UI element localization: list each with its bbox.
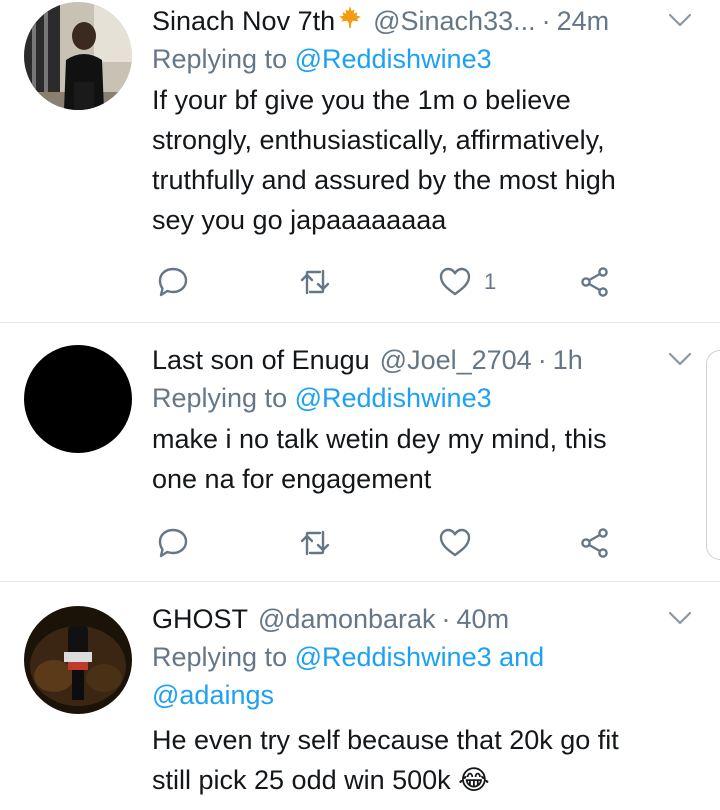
- tweet-text-line: one na for engagement: [152, 464, 432, 494]
- tweet-text-line: truthfully and assured by the most high: [152, 165, 616, 195]
- chevron-down-icon[interactable]: [666, 604, 694, 632]
- heart-icon: [438, 526, 472, 560]
- separator-dot: ·: [541, 6, 551, 36]
- user-handle[interactable]: @Sinach33...: [373, 4, 536, 38]
- display-name[interactable]: Last son of Enugu: [152, 343, 370, 377]
- tweet-content: Last son of Enugu @Joel_2704 · 1h Replyi…: [152, 343, 696, 499]
- tweet-header: Last son of Enugu @Joel_2704 · 1h: [152, 343, 696, 379]
- mention-link[interactable]: @Reddishwine3: [295, 383, 492, 413]
- tweet-text-line: still pick 25 odd win 500k 😂: [152, 765, 490, 795]
- tweet-actions: [152, 523, 632, 563]
- tweet-text-line: He even try self because that 20k go fit: [152, 725, 619, 755]
- avatar[interactable]: [24, 2, 132, 110]
- scrollbar[interactable]: [706, 350, 720, 560]
- tweet-reply-feed: Sinach Nov 7th @Sinach33... · 24m Replyi…: [0, 0, 720, 810]
- chevron-down-icon[interactable]: [666, 345, 694, 373]
- retweet-button[interactable]: [298, 262, 332, 302]
- chevron-down-icon[interactable]: [666, 6, 694, 34]
- replying-to-label: Replying to: [152, 44, 295, 74]
- user-handle[interactable]: @Joel_2704: [380, 343, 532, 377]
- mention-link[interactable]: @Reddishwine3: [295, 44, 492, 74]
- like-button[interactable]: [438, 523, 472, 563]
- share-icon: [578, 526, 612, 560]
- mention-link[interactable]: @adaings: [152, 680, 274, 710]
- tweet-header: GHOST @damonbarak · 40m: [152, 602, 696, 638]
- tweet-text-line: sey you go japaaaaaaaa: [152, 205, 447, 235]
- reply-icon: [156, 265, 190, 299]
- like-count: 1: [484, 269, 497, 294]
- heart-icon: [438, 265, 472, 299]
- tweet-ghost[interactable]: GHOST @damonbarak · 40m Replying to @Red…: [0, 582, 720, 810]
- tweet-sinach[interactable]: Sinach Nov 7th @Sinach33... · 24m Replyi…: [0, 0, 720, 322]
- separator-dot: ·: [441, 604, 451, 634]
- replying-to-continued: @adaings: [152, 676, 696, 714]
- tweet-text: He even try self because that 20k go fit…: [152, 720, 696, 800]
- tweet-text-line: If your bf give you the 1m o believe: [152, 85, 571, 115]
- user-handle[interactable]: @damonbarak: [258, 602, 436, 636]
- retweet-button[interactable]: [298, 523, 332, 563]
- separator-dot: ·: [537, 345, 547, 375]
- replying-to: Replying to @Reddishwine3 and: [152, 638, 696, 676]
- tweet-text-line: make i no talk wetin dey my mind, this: [152, 424, 607, 454]
- timestamp[interactable]: 1h: [553, 343, 583, 377]
- tweet-header: Sinach Nov 7th @Sinach33... · 24m: [152, 4, 696, 40]
- share-icon: [578, 265, 612, 299]
- replying-to-label: Replying to: [152, 642, 295, 672]
- display-name[interactable]: GHOST: [152, 602, 248, 636]
- retweet-icon: [298, 526, 332, 560]
- mention-link[interactable]: @Reddishwine3 and: [295, 642, 545, 672]
- maple-leaf-icon: [337, 4, 363, 30]
- reply-button[interactable]: [156, 262, 190, 302]
- tweet-text: make i no talk wetin dey my mind, this o…: [152, 419, 696, 499]
- avatar[interactable]: [24, 345, 132, 453]
- replying-to: Replying to @Reddishwine3: [152, 40, 696, 78]
- replying-to: Replying to @Reddishwine3: [152, 379, 696, 417]
- tweet-actions: 1: [152, 262, 632, 302]
- tweet-content: Sinach Nov 7th @Sinach33... · 24m Replyi…: [152, 4, 696, 240]
- timestamp[interactable]: 40m: [457, 602, 510, 636]
- timestamp[interactable]: 24m: [557, 4, 610, 38]
- tweet-text-line: strongly, enthusiastically, affirmativel…: [152, 125, 605, 155]
- tweet-text: If your bf give you the 1m o believe str…: [152, 80, 696, 240]
- tweet-content: GHOST @damonbarak · 40m Replying to @Red…: [152, 602, 696, 800]
- share-button[interactable]: [578, 523, 612, 563]
- reply-icon: [156, 526, 190, 560]
- display-name[interactable]: Sinach Nov 7th: [152, 4, 335, 38]
- avatar[interactable]: [24, 606, 132, 714]
- retweet-icon: [298, 265, 332, 299]
- replying-to-label: Replying to: [152, 383, 295, 413]
- reply-button[interactable]: [156, 523, 190, 563]
- share-button[interactable]: [578, 262, 612, 302]
- like-button[interactable]: 1: [438, 262, 496, 302]
- tweet-last-son-of-enugu[interactable]: Last son of Enugu @Joel_2704 · 1h Replyi…: [0, 323, 720, 581]
